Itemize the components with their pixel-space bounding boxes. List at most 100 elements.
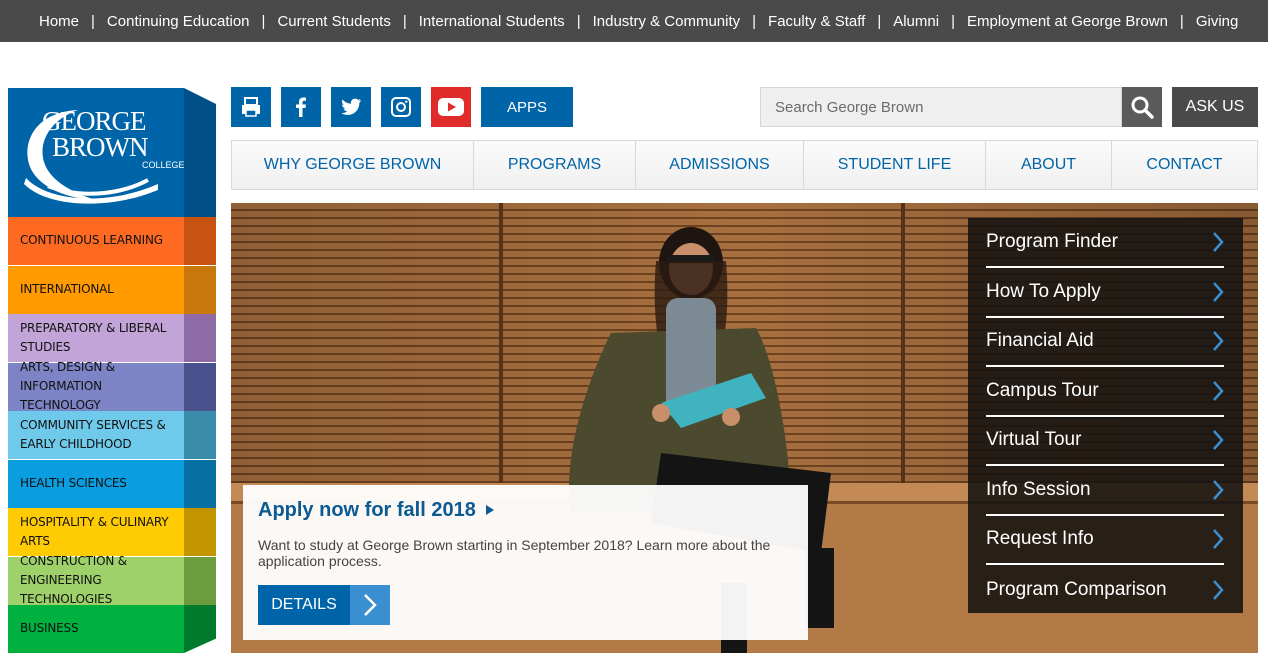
- quick-link-program-comparison[interactable]: Program Comparison: [986, 565, 1224, 615]
- nav-separator: |: [576, 12, 581, 30]
- nav-separator: |: [951, 12, 955, 30]
- george-brown-logo[interactable]: GEORGE BROWN COLLEGE: [8, 88, 185, 217]
- nav-contact[interactable]: CONTACT: [1112, 141, 1257, 189]
- quick-link-program-finder[interactable]: Program Finder: [986, 218, 1224, 268]
- search-input[interactable]: [760, 87, 1122, 127]
- category-business[interactable]: Business: [8, 605, 184, 653]
- category-preparatory-liberal-studies[interactable]: Preparatory & Liberal Studies: [8, 314, 184, 362]
- nav-separator: |: [877, 12, 882, 30]
- youtube-icon: [437, 96, 465, 118]
- utility-nav-continuing-education[interactable]: Continuing Education: [107, 13, 250, 30]
- search-button[interactable]: [1122, 87, 1162, 127]
- nav-separator: |: [261, 12, 266, 30]
- category-label: Arts, Design & Information Technology: [20, 359, 115, 413]
- logo-line-george: GEORGE: [42, 106, 146, 136]
- promo-title: Apply now for fall 2018: [258, 499, 476, 521]
- quick-link-info-session[interactable]: Info Session: [986, 466, 1224, 516]
- quick-link-label: Campus Tour: [986, 379, 1099, 401]
- quick-link-virtual-tour[interactable]: Virtual Tour: [986, 416, 1224, 466]
- category-label: Construction & Engineering Technologies: [20, 553, 127, 607]
- chevron-right-icon: [1212, 330, 1224, 352]
- category-column: GEORGE BROWN COLLEGE Continuous Learning…: [8, 88, 216, 658]
- nav-separator: |: [402, 12, 407, 30]
- caret-right-icon: [486, 505, 495, 515]
- chevron-right-icon: [1212, 579, 1224, 601]
- utility-nav-current-students[interactable]: Current Students: [277, 13, 390, 30]
- category-health-sciences[interactable]: Health Sciences: [8, 459, 184, 508]
- nav-separator: |: [1179, 12, 1184, 30]
- quick-link-label: Financial Aid: [986, 330, 1094, 351]
- utility-nav-faculty-staff[interactable]: Faculty & Staff: [768, 13, 865, 30]
- ask-us-button[interactable]: ASK US: [1172, 87, 1258, 127]
- quick-link-financial-aid[interactable]: Financial Aid: [986, 317, 1224, 367]
- chevron-right-icon: [1212, 231, 1224, 253]
- nav-about[interactable]: ABOUT: [986, 141, 1112, 189]
- details-label: DETAILS: [258, 585, 350, 625]
- logo-line-brown: BROWN: [52, 132, 148, 162]
- category-community-services-early-childhood[interactable]: Community Services & Early Childhood: [8, 411, 184, 459]
- category-construction-engineering-technologies[interactable]: Construction & Engineering Technologies: [8, 554, 184, 606]
- category-side-face: [184, 459, 216, 508]
- category-side-face: [184, 411, 216, 459]
- main-nav: WHY GEORGE BROWN PROGRAMS ADMISSIONS STUDEN…: [231, 140, 1258, 190]
- category-side-face: [184, 217, 216, 265]
- promo-text: Want to study at George Brown starting i…: [258, 537, 771, 569]
- category-international[interactable]: International: [8, 265, 184, 314]
- promo-card: Apply now for fall 2018 Want to study at…: [243, 485, 808, 640]
- logo-side-face: [184, 88, 216, 217]
- quick-link-request-info[interactable]: Request Info: [986, 515, 1224, 565]
- utility-nav-giving[interactable]: Giving: [1196, 13, 1239, 30]
- utility-nav-international-students[interactable]: International Students: [419, 13, 565, 30]
- quick-link-label: Program Comparison: [986, 578, 1167, 600]
- utility-nav-industry-community[interactable]: Industry & Community: [593, 13, 741, 30]
- nav-programs[interactable]: PROGRAMS: [474, 141, 636, 189]
- category-side-face: [184, 362, 216, 411]
- nav-separator: |: [752, 12, 757, 30]
- nav-why-george-brown[interactable]: WHY GEORGE BROWN: [232, 141, 474, 189]
- quick-link-label: Virtual Tour: [986, 429, 1082, 450]
- twitter-button[interactable]: [331, 87, 371, 127]
- promo-title-link[interactable]: Apply now for fall 2018: [258, 499, 495, 522]
- nav-admissions[interactable]: ADMISSIONS: [636, 141, 804, 189]
- category-continuous-learning[interactable]: Continuous Learning: [8, 217, 184, 265]
- quick-link-label: Info Session: [986, 478, 1091, 500]
- twitter-icon: [338, 95, 364, 119]
- quick-link-how-to-apply[interactable]: How To Apply: [986, 268, 1224, 318]
- details-button[interactable]: DETAILS: [258, 585, 390, 625]
- chevron-right-icon: [1212, 479, 1224, 501]
- chevron-right-icon: [1212, 281, 1224, 303]
- quick-link-label: How To Apply: [986, 280, 1101, 302]
- category-arts-design-information-technology[interactable]: Arts, Design & Information Technology: [8, 360, 184, 412]
- chevron-right-icon: [1212, 528, 1224, 550]
- chevron-right-icon: [1212, 380, 1224, 402]
- youtube-button[interactable]: [431, 87, 471, 127]
- quick-links-panel: Program Finder How To Apply Financial Aid C…: [968, 218, 1243, 613]
- nav-separator: |: [91, 12, 95, 30]
- logo-text: GEORGE BROWN COLLEGE: [42, 106, 185, 171]
- nav-student-life[interactable]: STUDENT LIFE: [804, 141, 986, 189]
- facebook-icon: [289, 95, 313, 119]
- category-label: Preparatory & Liberal Studies: [20, 320, 167, 354]
- utility-nav-alumni[interactable]: Alumni: [893, 13, 939, 30]
- search-icon: [1131, 96, 1154, 119]
- category-side-face: [184, 265, 216, 314]
- category-label: Continuous Learning: [20, 233, 163, 248]
- category-label: Hospitality & Culinary Arts: [20, 514, 169, 548]
- quick-link-campus-tour[interactable]: Campus Tour: [986, 367, 1224, 417]
- apps-button[interactable]: APPS: [481, 87, 573, 127]
- category-label: International: [20, 281, 114, 296]
- chevron-right-icon: [1212, 429, 1224, 451]
- quick-link-label: Program Finder: [986, 231, 1118, 252]
- category-side-face: [184, 605, 216, 653]
- category-side-face: [184, 508, 216, 556]
- facebook-button[interactable]: [281, 87, 321, 127]
- utility-nav-employment-at-george-brown[interactable]: Employment at George Brown: [967, 13, 1168, 30]
- utility-nav-home[interactable]: Home: [39, 13, 79, 30]
- print-button[interactable]: [231, 87, 271, 127]
- category-label: Health Sciences: [20, 475, 127, 490]
- instagram-button[interactable]: [381, 87, 421, 127]
- category-label: Community Services & Early Childhood: [20, 417, 166, 451]
- chevron-right-icon: [350, 585, 390, 625]
- instagram-icon: [389, 95, 413, 119]
- category-hospitality-culinary-arts[interactable]: Hospitality & Culinary Arts: [8, 508, 184, 556]
